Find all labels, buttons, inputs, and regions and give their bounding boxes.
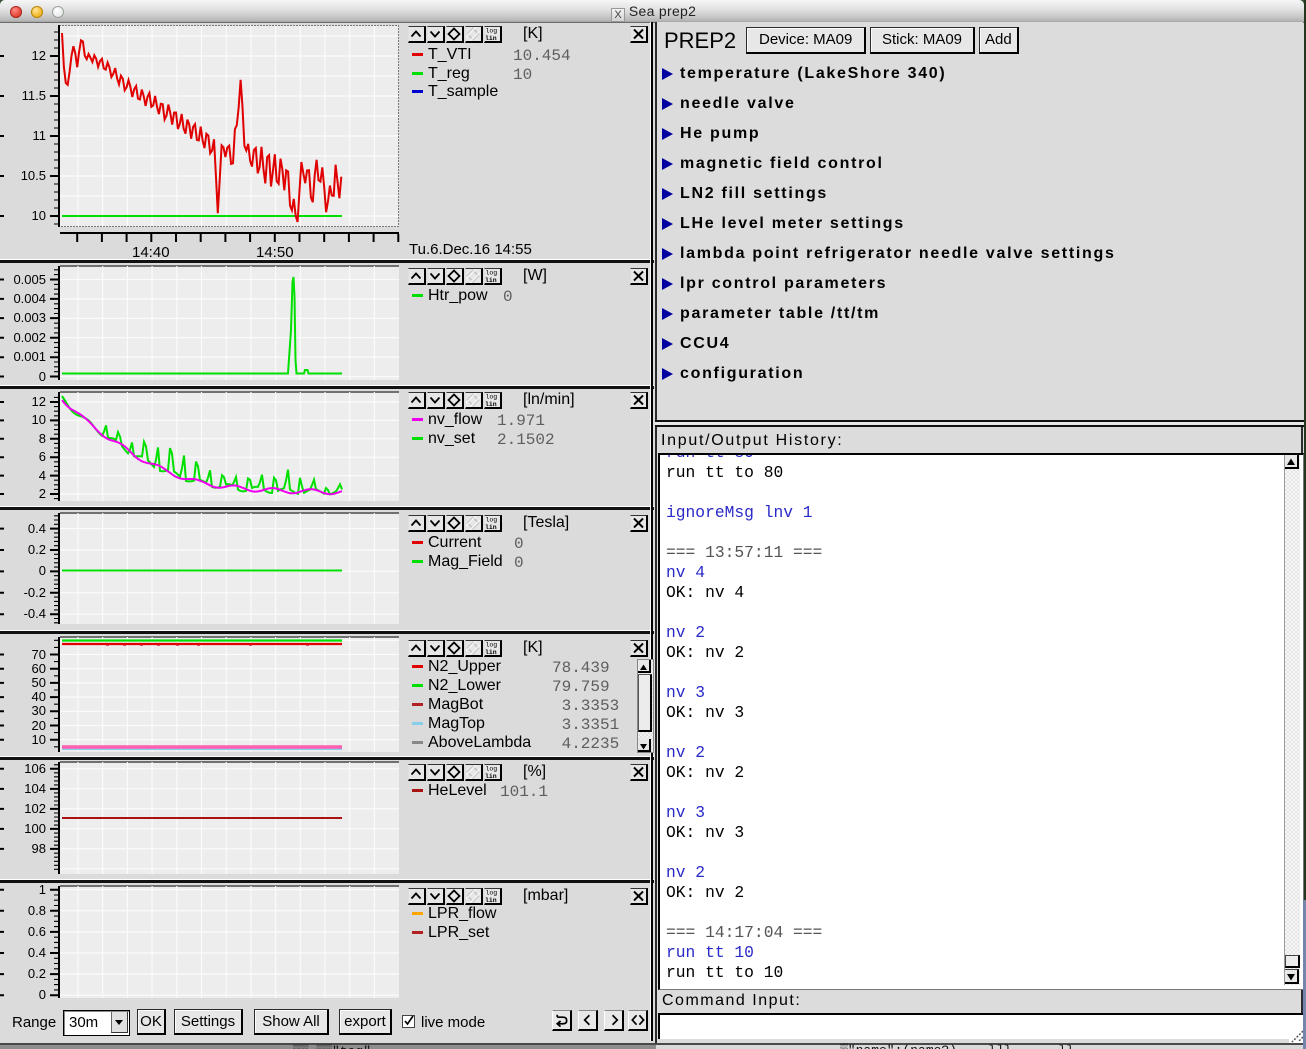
svg-text:lin: lin (485, 773, 497, 779)
svg-text:lin: lin (485, 401, 497, 407)
svg-text:log: log (486, 890, 498, 897)
svg-text:lin: lin (485, 277, 497, 283)
svg-text:lin: lin (485, 897, 497, 903)
svg-text:lin: lin (485, 35, 497, 41)
svg-text:log: log (486, 517, 498, 524)
svg-text:log: log (486, 28, 498, 35)
svg-text:log: log (486, 766, 498, 773)
svg-text:lin: lin (485, 524, 497, 530)
svg-text:log: log (486, 642, 498, 649)
svg-text:log: log (486, 270, 498, 277)
svg-text:log: log (486, 394, 498, 401)
svg-text:lin: lin (485, 649, 497, 655)
